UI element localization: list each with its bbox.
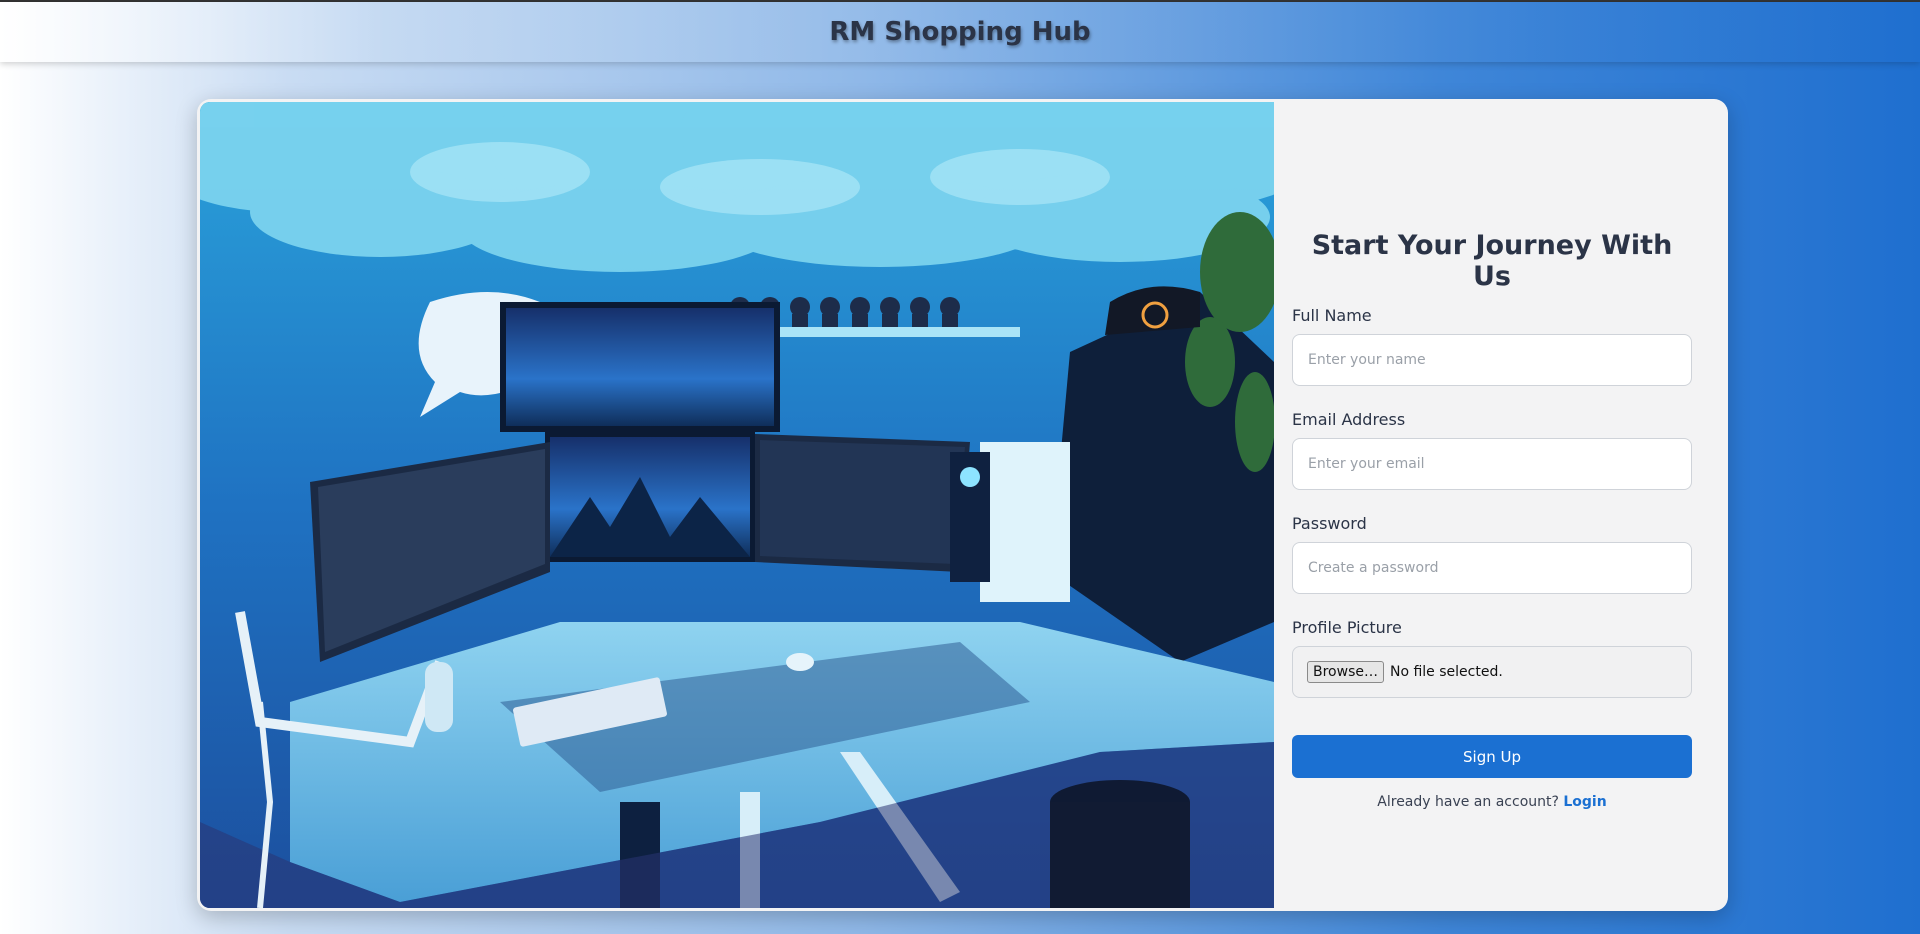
hero-image xyxy=(197,99,1274,911)
email-input[interactable] xyxy=(1292,438,1692,490)
file-status: No file selected. xyxy=(1389,664,1503,680)
site-title: RM Shopping Hub xyxy=(829,17,1091,47)
browse-button[interactable]: Browse… xyxy=(1307,661,1384,683)
profile-picture-picker: Browse… No file selected. xyxy=(1292,646,1692,698)
password-label: Password xyxy=(1292,514,1367,533)
full-name-input[interactable] xyxy=(1292,334,1692,386)
form-title: Start Your Journey With Us xyxy=(1311,230,1673,292)
signup-form: Start Your Journey With Us Full Name Ema… xyxy=(1274,99,1728,911)
login-prompt-text: Already have an account? xyxy=(1377,794,1559,810)
profile-picture-label: Profile Picture xyxy=(1292,618,1402,637)
hero-image-frame xyxy=(200,102,1274,908)
signup-card: Start Your Journey With Us Full Name Ema… xyxy=(197,99,1728,911)
desk-setup-illustration xyxy=(200,102,1274,908)
email-label: Email Address xyxy=(1292,410,1406,429)
login-link[interactable]: Login xyxy=(1563,794,1606,810)
login-prompt-line: Already have an account? Login xyxy=(1292,794,1692,810)
password-input[interactable] xyxy=(1292,542,1692,594)
sign-up-button[interactable]: Sign Up xyxy=(1292,735,1692,778)
full-name-label: Full Name xyxy=(1292,306,1372,325)
site-header: RM Shopping Hub xyxy=(0,2,1920,62)
